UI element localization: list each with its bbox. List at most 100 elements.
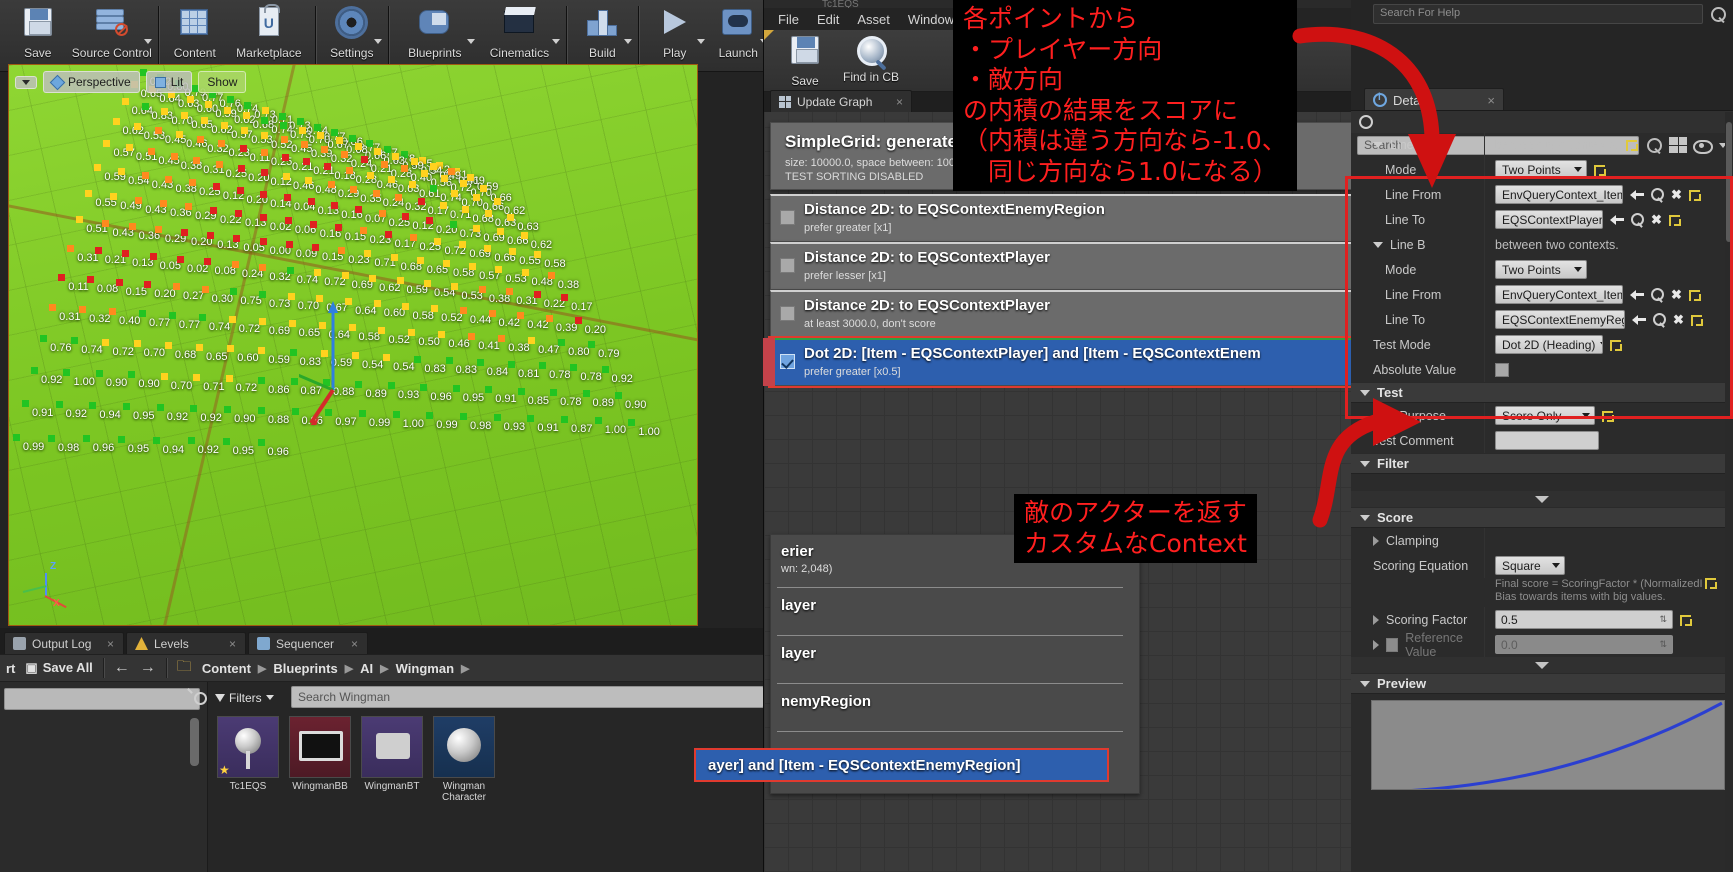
eqs-ghost-selected-row[interactable]: ayer] and [Item - EQSContextEnemyRegion]: [694, 748, 1109, 782]
breadcrumb-item-ai[interactable]: AI: [360, 661, 373, 676]
category-test[interactable]: Test: [1351, 382, 1733, 403]
eqs-find-in-cb-button[interactable]: Find in CB: [838, 34, 904, 84]
chevron-down-icon[interactable]: [144, 39, 152, 44]
chevron-down-icon[interactable]: [1373, 142, 1383, 148]
toolbar-cinematics-button[interactable]: Cinematics: [477, 2, 562, 60]
scoring-equation-dropdown[interactable]: Square: [1495, 556, 1565, 575]
reset-to-default-icon[interactable]: [1626, 139, 1638, 151]
clear-icon[interactable]: ✖: [1671, 289, 1682, 301]
reset-to-default-icon[interactable]: [1594, 164, 1606, 176]
eqs-test-row[interactable]: Distance 2D: to EQSContextPlayer at leas…: [770, 290, 1352, 338]
toolbar-content-button[interactable]: Content: [163, 2, 227, 60]
use-selected-asset-icon[interactable]: [1630, 189, 1644, 200]
tab-update-graph[interactable]: Update Graph ×: [770, 90, 912, 112]
eqs-test-row-selected[interactable]: Dot 2D: [Item - EQSContextPlayer] and [I…: [770, 338, 1352, 386]
browse-icon[interactable]: [1651, 288, 1664, 301]
asset-filters[interactable]: Filters: [215, 687, 274, 708]
level-viewport[interactable]: 0.820.800.790.770.760.740.730.710.730.74…: [8, 64, 698, 626]
line-a-mode-dropdown[interactable]: Two Points: [1495, 160, 1587, 179]
asset-tile[interactable]: WingmanBB: [289, 716, 351, 803]
record-circle-icon[interactable]: [1359, 115, 1373, 129]
line-a-to-dropdown[interactable]: EQSContextPlayer: [1495, 210, 1603, 229]
reset-to-default-icon[interactable]: [1680, 614, 1692, 626]
test-enabled-checkbox[interactable]: [780, 354, 795, 369]
tab-details[interactable]: Details ×: [1364, 88, 1504, 111]
toolbar-build-button[interactable]: Build: [571, 2, 635, 60]
reset-to-default-icon[interactable]: [1689, 189, 1701, 201]
reset-to-default-icon[interactable]: [1602, 410, 1614, 422]
viewport-view-mode-button[interactable]: Lit: [146, 71, 193, 93]
test-mode-dropdown[interactable]: Dot 2D (Heading): [1495, 335, 1603, 354]
toolbar-marketplace-button[interactable]: Marketplace: [227, 2, 312, 60]
clear-icon[interactable]: ✖: [1673, 314, 1684, 326]
test-enabled-checkbox[interactable]: [780, 306, 795, 321]
help-search-input[interactable]: Search For Help: [1373, 4, 1703, 24]
toolbar-settings-button[interactable]: Settings: [320, 2, 384, 60]
toolbar-source-control-button[interactable]: Source Control: [70, 2, 155, 60]
chevron-right-icon[interactable]: [1373, 615, 1379, 625]
browse-icon[interactable]: [1631, 213, 1644, 226]
use-selected-asset-icon[interactable]: [1632, 314, 1646, 325]
spinner-icon[interactable]: ⇅: [1659, 614, 1667, 625]
category-filter[interactable]: Filter: [1351, 453, 1733, 474]
reset-to-default-icon[interactable]: [1669, 214, 1681, 226]
chevron-down-icon[interactable]: [552, 39, 560, 44]
toolbar-play-button[interactable]: Play: [643, 2, 707, 60]
chevron-right-icon[interactable]: [1373, 640, 1379, 650]
line-b-from-dropdown[interactable]: EnvQueryContext_Item: [1495, 285, 1623, 304]
details-scrollbar[interactable]: [1725, 112, 1733, 872]
transform-widget[interactable]: [299, 295, 409, 425]
reference-value-checkbox[interactable]: [1386, 638, 1398, 652]
chevron-right-icon[interactable]: [1373, 536, 1379, 546]
clear-icon[interactable]: ✖: [1651, 214, 1662, 226]
chevron-down-icon[interactable]: [697, 39, 705, 44]
eqs-test-row[interactable]: Distance 2D: to EQSContextPlayer prefer …: [770, 242, 1352, 290]
menu-edit[interactable]: Edit: [817, 12, 839, 27]
reset-to-default-icon[interactable]: [1610, 339, 1622, 351]
eqs-save-button[interactable]: Save: [772, 34, 838, 88]
asset-tile[interactable]: ★ Tc1EQS: [217, 716, 279, 803]
search-icon[interactable]: [1709, 5, 1727, 23]
tab-sequencer[interactable]: Sequencer ×: [248, 632, 368, 654]
use-selected-asset-icon[interactable]: [1630, 289, 1644, 300]
test-enabled-checkbox[interactable]: [780, 258, 795, 273]
reset-to-default-icon[interactable]: [1691, 314, 1703, 326]
close-icon[interactable]: ×: [351, 637, 358, 651]
breadcrumb-item-wingman[interactable]: Wingman: [396, 661, 454, 676]
scoring-factor-input[interactable]: 0.5 ⇅: [1495, 610, 1673, 629]
breadcrumb-item-blueprints[interactable]: Blueprints: [273, 661, 337, 676]
toolbar-blueprints-button[interactable]: Blueprints: [392, 2, 477, 60]
viewport-options-button[interactable]: [15, 76, 37, 89]
eqs-test-row[interactable]: Distance 2D: to EQSContextEnemyRegion pr…: [770, 194, 1352, 242]
history-back-button[interactable]: ←: [114, 659, 130, 677]
absolute-value-checkbox[interactable]: [1495, 363, 1509, 377]
eqs-graph-canvas[interactable]: SimpleGrid: generate size: 10000.0, spac…: [764, 112, 1352, 872]
toolbar-save-button[interactable]: Save: [6, 2, 70, 60]
sources-search-input[interactable]: [4, 688, 200, 710]
browse-icon[interactable]: [1653, 313, 1666, 326]
test-enabled-checkbox[interactable]: [780, 210, 795, 225]
filters-button[interactable]: Filters: [215, 691, 274, 705]
tab-output-log[interactable]: Output Log ×: [4, 632, 124, 654]
spinner-icon[interactable]: ⇅: [1659, 639, 1667, 650]
reset-to-default-icon[interactable]: [1689, 289, 1701, 301]
save-all-button[interactable]: ▣Save All: [25, 660, 92, 676]
menu-window[interactable]: Window: [908, 12, 954, 27]
chevron-down-icon[interactable]: [624, 39, 632, 44]
import-button-label[interactable]: rt: [6, 661, 15, 676]
browse-icon[interactable]: [1651, 188, 1664, 201]
sources-scrollbar[interactable]: [190, 718, 199, 766]
score-expander[interactable]: [1351, 657, 1733, 673]
close-icon[interactable]: ×: [896, 95, 903, 109]
use-selected-asset-icon[interactable]: [1610, 214, 1624, 225]
close-icon[interactable]: ×: [1487, 93, 1495, 108]
line-a-from-dropdown[interactable]: EnvQueryContext_Item: [1495, 185, 1623, 204]
line-b-mode-dropdown[interactable]: Two Points: [1495, 260, 1587, 279]
viewport-show-button[interactable]: Show: [198, 71, 246, 93]
chevron-down-icon[interactable]: [1373, 242, 1383, 248]
menu-file[interactable]: File: [778, 12, 799, 27]
chevron-down-icon[interactable]: [374, 39, 382, 44]
category-preview[interactable]: Preview: [1351, 673, 1733, 694]
toolbar-launch-button[interactable]: Launch: [707, 2, 771, 60]
close-icon[interactable]: ×: [229, 637, 236, 651]
